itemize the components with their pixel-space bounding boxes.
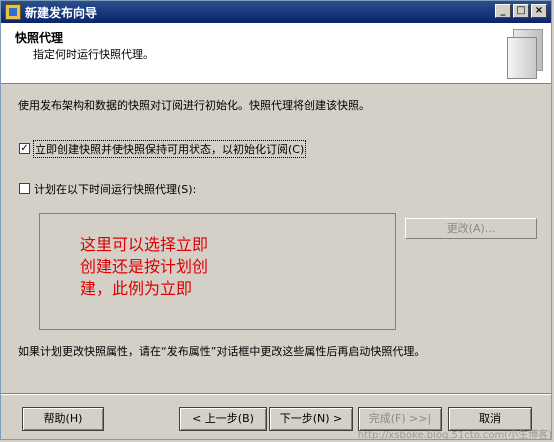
annotation-line: 建，此例为立即	[80, 279, 193, 298]
schedule-display: 这里可以选择立即 创建还是按计划创 建，此例为立即	[39, 213, 396, 330]
window-title: 新建发布向导	[25, 6, 98, 20]
footer-divider	[1, 393, 551, 395]
next-button[interactable]: 下一步(N) >	[269, 407, 353, 431]
change-schedule-button[interactable]: 更改(A)...	[405, 218, 537, 239]
back-button[interactable]: < 上一步(B)	[179, 407, 267, 431]
app-icon	[5, 4, 21, 20]
schedule-checkbox[interactable]	[19, 183, 30, 194]
title-bar[interactable]: 新建发布向导 _ □ ×	[1, 1, 551, 23]
help-button[interactable]: 帮助(H)	[22, 407, 104, 431]
window-controls: _ □ ×	[495, 4, 547, 18]
page-subtitle: 指定何时运行快照代理。	[33, 48, 154, 61]
wizard-content: 使用发布架构和数据的快照对订阅进行初始化。快照代理将创建该快照。 ✓ 立即创建快…	[1, 84, 551, 391]
immediate-checkbox-label[interactable]: 立即创建快照并使快照保持可用状态，以初始化订阅(C)	[32, 140, 307, 158]
immediate-checkbox[interactable]: ✓	[19, 143, 30, 154]
wizard-graphic-icon	[507, 29, 543, 79]
wizard-header: 快照代理 指定何时运行快照代理。	[1, 23, 551, 84]
red-annotation: 这里可以选择立即 创建还是按计划创 建，此例为立即	[80, 234, 208, 300]
note-text: 如果计划更改快照属性，请在“发布属性”对话框中更改这些属性后再启动快照代理。	[18, 345, 426, 358]
page-title: 快照代理	[15, 31, 64, 45]
maximize-icon[interactable]: □	[513, 4, 529, 18]
annotation-line: 这里可以选择立即	[80, 235, 209, 254]
minimize-icon[interactable]: _	[495, 4, 511, 18]
annotation-line: 创建还是按计划创	[80, 257, 209, 276]
close-icon[interactable]: ×	[531, 4, 547, 18]
schedule-checkbox-label[interactable]: 计划在以下时间运行快照代理(S):	[34, 181, 196, 197]
wizard-window: 新建发布向导 _ □ × 快照代理 指定何时运行快照代理。 使用发布架构和数据的…	[0, 0, 552, 440]
intro-text: 使用发布架构和数据的快照对订阅进行初始化。快照代理将创建该快照。	[18, 99, 370, 112]
watermark: http://xsboke.blog.51cto.com(小生博客)	[357, 430, 552, 441]
